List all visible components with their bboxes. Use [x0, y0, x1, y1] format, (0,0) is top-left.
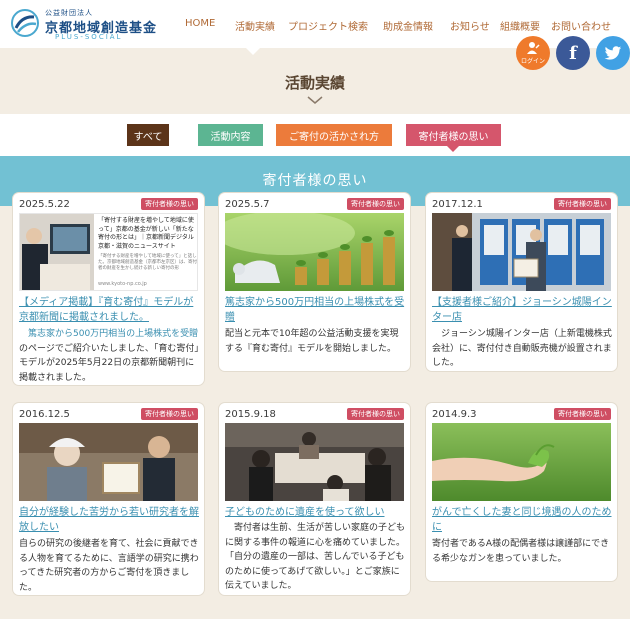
news-article-text: 「寄付する財産を増やして地域に使って」と話した。京都地域創造基金（京都市左京区）…: [98, 254, 197, 271]
card-category-badge: 寄付者様の思い: [141, 408, 198, 420]
card-thumbnail[interactable]: [432, 423, 611, 501]
card-excerpt-link[interactable]: 篤志家から500万円相当の上場株式を受贈: [28, 329, 198, 339]
card-thumbnail[interactable]: [432, 213, 611, 291]
card-date: 2025.5.7: [225, 199, 270, 210]
tab-activity[interactable]: 活動内容: [198, 124, 263, 146]
card-excerpt: 配当と元本で10年超の公益活動支援を実現する『育む寄付』モデルを開始しました。: [225, 329, 399, 354]
main-nav: HOME 活動実績 プロジェクト検索 助成金情報 お知らせ 組織概要 お問い合わ…: [0, 18, 630, 33]
nav-activity-results[interactable]: 活動実績: [235, 18, 275, 33]
nav-contact[interactable]: お問い合わせ: [551, 18, 611, 33]
active-tab-caret: [447, 146, 459, 152]
card-category-badge: 寄付者様の思い: [347, 408, 404, 420]
logo-english: PLUS-SOCIAL: [55, 33, 123, 41]
page-title: 活動実績: [284, 74, 345, 92]
card-date: 2015.9.18: [225, 409, 276, 420]
card-title[interactable]: 子どものために遺産を使って欲しい: [225, 505, 407, 520]
tab-all[interactable]: すべて: [127, 124, 169, 146]
card-excerpt: 自らの研究の後継者を育て、社会に貢献できる人物を育てるために、言語学の研究に携わ…: [19, 539, 199, 593]
card-date: 2016.12.5: [19, 409, 70, 420]
article-card[interactable]: 2017.12.1 寄付者様の思い 【支援者様ご紹介】ジョーシン城陽インター店 …: [426, 193, 617, 371]
nav-project-search[interactable]: プロジェクト検索: [288, 18, 368, 33]
card-date: 2014.9.3: [432, 409, 477, 420]
card-title[interactable]: 自分が経験した苦労から若い研究者を解放したい: [19, 505, 201, 535]
nav-grant-info[interactable]: 助成金情報: [383, 18, 433, 33]
nav-home[interactable]: HOME: [185, 18, 215, 29]
card-excerpt-text: のページでご紹介いたしました、「育む寄付」モデルが2025年5月22日の京都新聞…: [19, 343, 199, 383]
card-title[interactable]: 【支援者様ご紹介】ジョーシン城陽インター店: [432, 295, 614, 325]
card-date: 2025.5.22: [19, 199, 70, 210]
login-person-icon: [527, 42, 540, 54]
section-title: 寄付者様の思い: [262, 173, 368, 189]
card-category-badge: 寄付者様の思い: [141, 198, 198, 210]
news-article-photo: [20, 214, 94, 290]
nav-organization[interactable]: 組織概要: [500, 18, 540, 33]
card-excerpt: ジョーシン城陽インター店（上新電機株式会社）に、寄付付き自動販売機が設置されまし…: [432, 329, 612, 368]
card-thumbnail[interactable]: [19, 423, 198, 501]
card-title[interactable]: がんで亡くした妻と同じ境遇の人のために: [432, 505, 614, 535]
tab-donation-usage[interactable]: ご寄付の活かされ方: [276, 124, 392, 146]
active-nav-caret: [246, 48, 260, 55]
card-title[interactable]: 篤志家から500万円相当の上場株式を受贈: [225, 295, 407, 325]
article-card[interactable]: 2025.5.7 寄付者様の思い 篤志家から500万円相当の上場株式を受贈 配当…: [219, 193, 410, 371]
tab-donor-thoughts[interactable]: 寄付者様の思い: [406, 124, 501, 146]
category-tabs: すべて 活動内容 ご寄付の活かされ方 寄付者様の思い: [0, 114, 630, 156]
article-card[interactable]: 2025.5.22 寄付者様の思い 「寄付する財産を増やして地域に使って」京都の…: [13, 193, 204, 385]
card-thumbnail[interactable]: [225, 423, 404, 501]
card-thumbnail[interactable]: 「寄付する財産を増やして地域に使って」京都の基金が新しい「新たな寄付の形とは」｜…: [19, 213, 198, 291]
card-title[interactable]: 【メディア掲載】『育む寄付』モデルが京都新聞に掲載されました。: [19, 295, 201, 325]
login-button[interactable]: ログイン: [516, 36, 550, 70]
card-category-badge: 寄付者様の思い: [554, 408, 611, 420]
article-card[interactable]: 2014.9.3 寄付者様の思い がんで亡くした妻と同じ境遇の人のために 寄付者…: [426, 403, 617, 581]
card-date: 2017.12.1: [432, 199, 483, 210]
article-card[interactable]: 2015.9.18 寄付者様の思い 子どものために遺産を使って欲しい 寄付者は生…: [219, 403, 410, 595]
card-category-badge: 寄付者様の思い: [554, 198, 611, 210]
nav-news[interactable]: お知らせ: [450, 18, 490, 33]
news-article-title: 「寄付する財産を増やして地域に使って」京都の基金が新しい「新たな寄付の形とは」｜…: [98, 217, 194, 250]
chevron-down-icon: [307, 96, 323, 104]
twitter-button[interactable]: [596, 36, 630, 70]
twitter-bird-icon: [604, 45, 622, 60]
card-category-badge: 寄付者様の思い: [347, 198, 404, 210]
card-excerpt: 寄付者は生前、生活が苦しい家庭の子どもに関する事件の報道に心を痛めていました。「…: [225, 523, 406, 591]
card-thumbnail[interactable]: [225, 213, 404, 291]
article-card[interactable]: 2016.12.5 寄付者様の思い 自分が経験した苦労から若い研究者を解放したい…: [13, 403, 204, 595]
card-excerpt: 寄付者であるA様の配偶者様は譲謹部にできる希少なガンを患っていました。: [432, 539, 610, 564]
news-article-url: www.kyoto-np.co.jp: [98, 281, 147, 287]
card-excerpt: 篤志家から500万円相当の上場株式を受贈のページでご紹介いたしました、「育む寄付…: [19, 327, 201, 385]
facebook-icon: f: [569, 42, 577, 64]
facebook-button[interactable]: f: [556, 36, 590, 70]
login-label: ログイン: [520, 58, 545, 65]
